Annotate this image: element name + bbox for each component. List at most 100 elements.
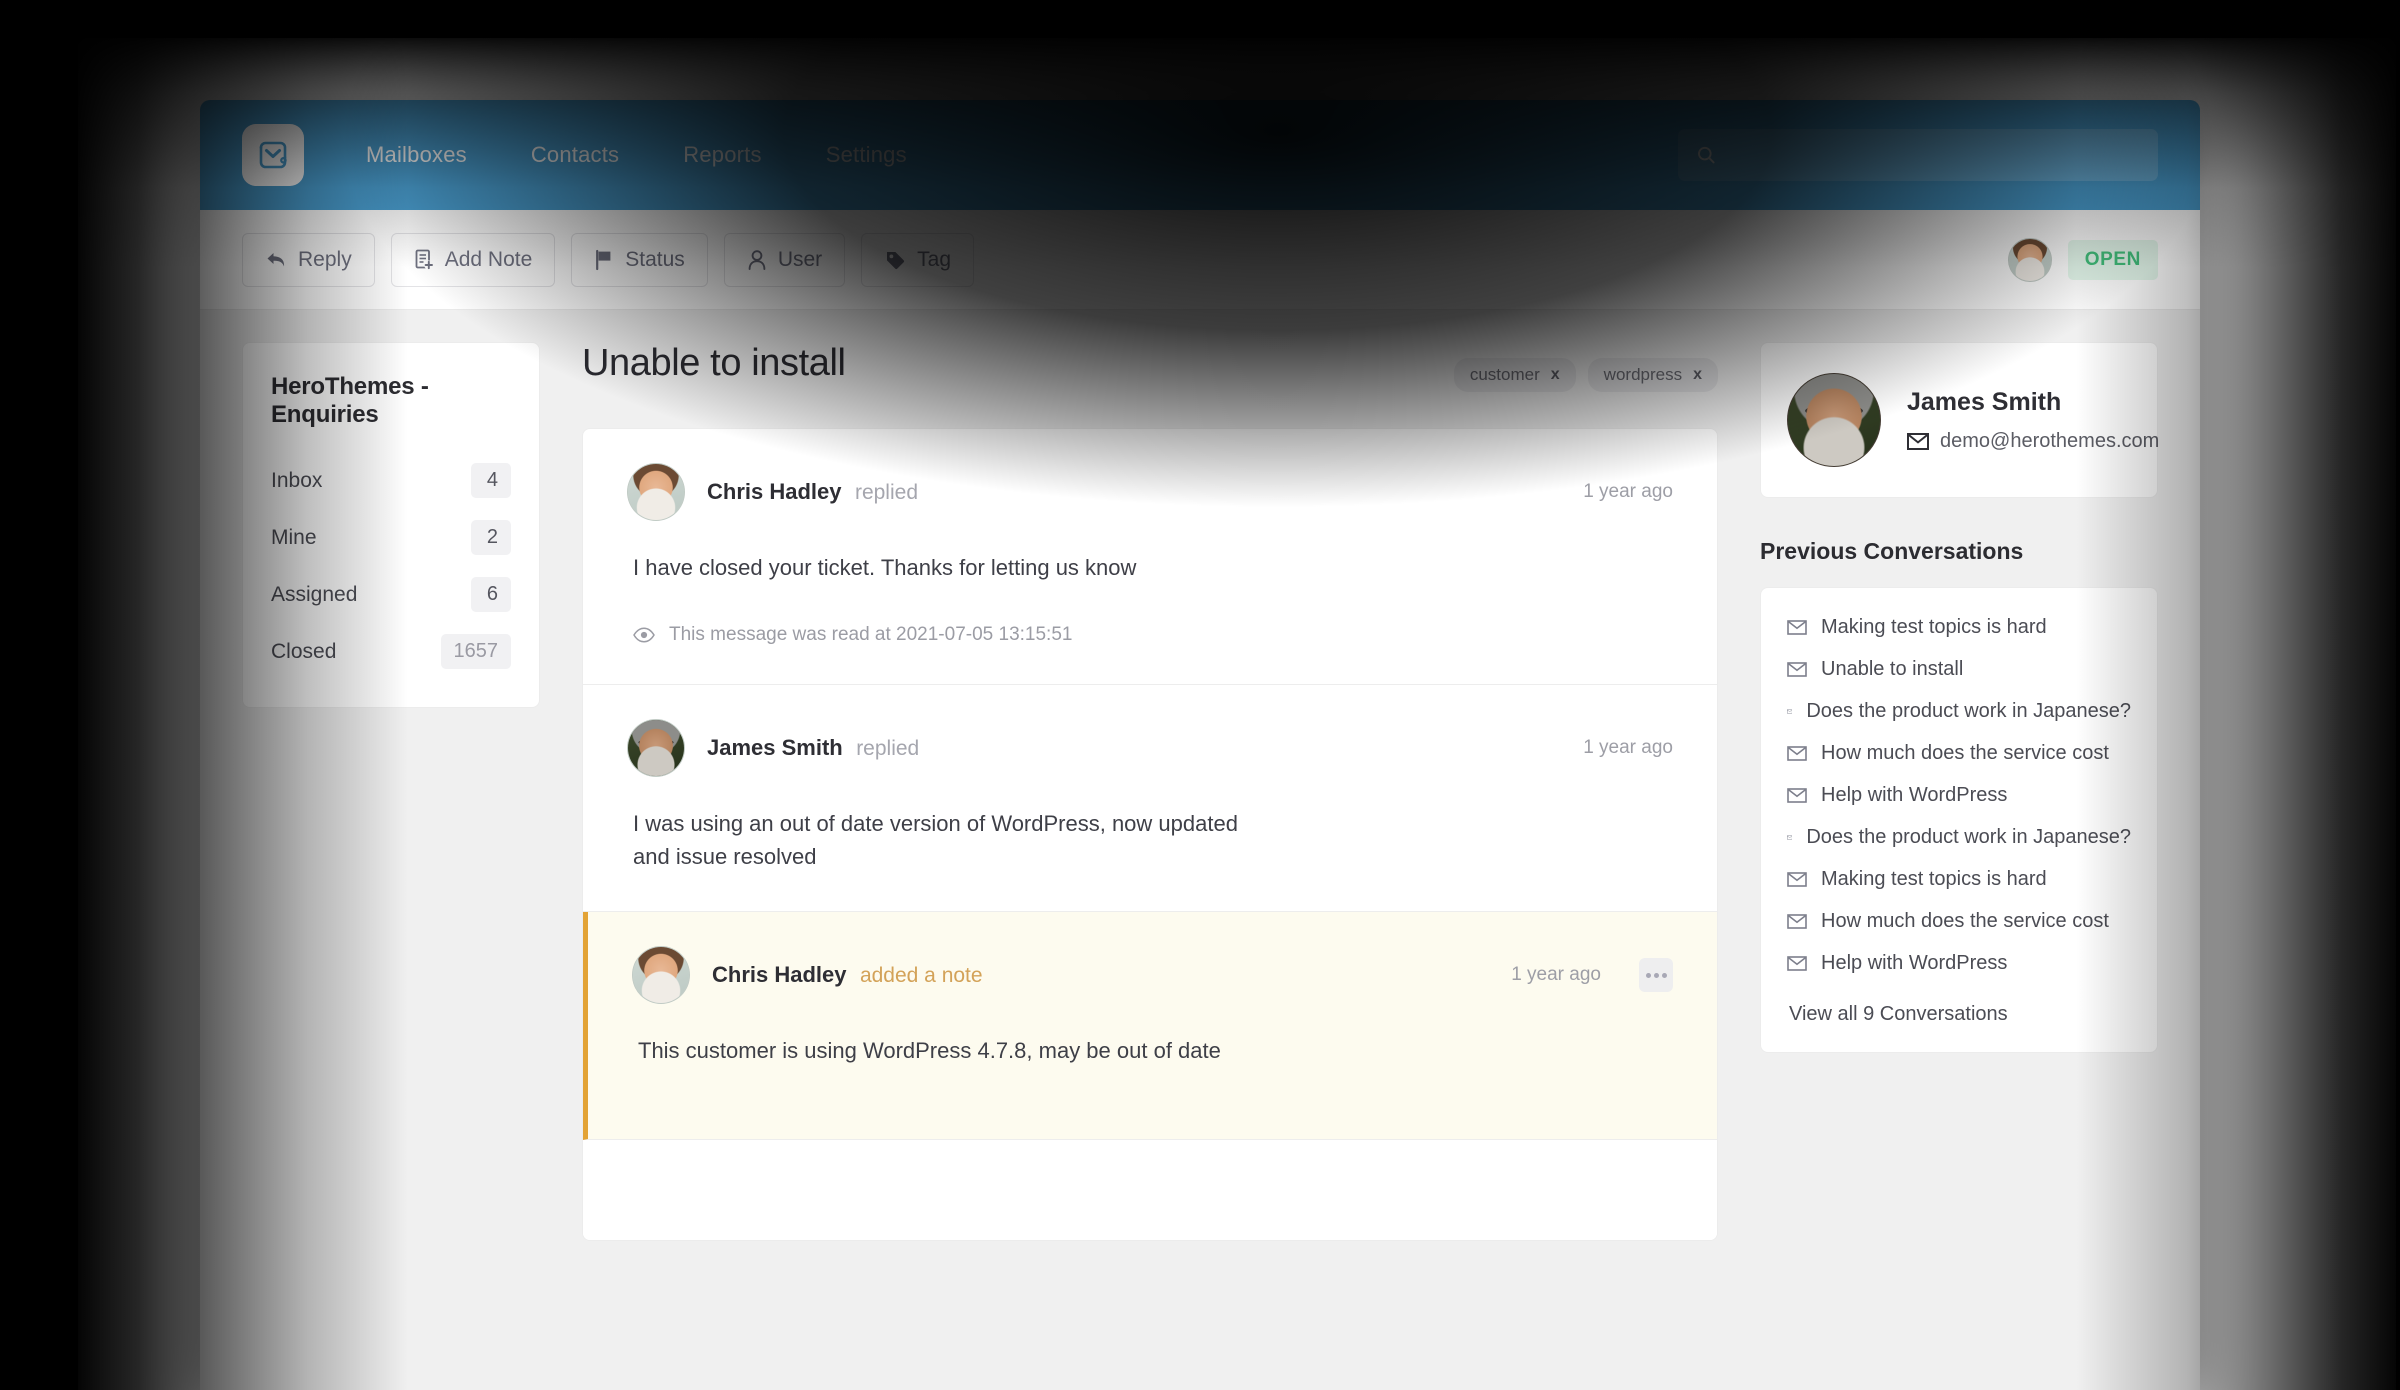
- list-item[interactable]: Making test topics is hard: [1787, 616, 2131, 639]
- user-button[interactable]: User: [723, 232, 846, 287]
- avatar: [632, 946, 690, 1004]
- avatar: [627, 463, 685, 521]
- tag-chip-label: wordpress: [1603, 365, 1683, 384]
- tag-button-label: Tag: [917, 247, 952, 271]
- add-note-button[interactable]: Add Note: [390, 232, 556, 287]
- customer-email-row[interactable]: demo@herothemes.com: [1907, 430, 2159, 453]
- eye-icon: [633, 627, 655, 643]
- list-item[interactable]: How much does the service cost: [1787, 910, 2131, 933]
- envelope-icon: [1787, 835, 1793, 840]
- reply-button[interactable]: Reply: [242, 232, 375, 287]
- reply-composer-area[interactable]: [583, 1140, 1717, 1240]
- helpscout-app-window: Mailboxes Contacts Reports Settings Repl…: [200, 100, 2200, 1390]
- mailbox-title: HeroThemes - Enquiries: [271, 373, 429, 428]
- list-item[interactable]: Does the product work in Japanese?: [1787, 700, 2131, 723]
- screenshot-stage: Mailboxes Contacts Reports Settings Repl…: [0, 0, 2400, 1390]
- list-item-label: Making test topics is hard: [1821, 868, 2047, 890]
- mailbox-sidebar: HeroThemes - Enquiries Inbox 4 Mine 2 As…: [242, 342, 540, 1390]
- sidebar-item-assigned[interactable]: Assigned 6: [271, 577, 511, 612]
- sidebar-item-mine[interactable]: Mine 2: [271, 520, 511, 555]
- thread-note: Chris Hadley added a note 1 year ago Thi…: [583, 912, 1717, 1140]
- conversation-toolbar: Reply Add Note Status User Tag OPEN: [200, 210, 2200, 310]
- tag-remove-icon[interactable]: x: [1551, 366, 1560, 384]
- tag-button[interactable]: Tag: [861, 232, 975, 287]
- nav-link-contacts[interactable]: Contacts: [521, 134, 629, 176]
- folder-label: Mine: [271, 525, 317, 549]
- message-header: James Smith replied 1 year ago: [627, 719, 1673, 777]
- add-note-button-label: Add Note: [444, 247, 533, 271]
- tag-list: customer x wordpress x: [1453, 342, 1718, 392]
- previous-conversations-card: Making test topics is hard Unable to ins…: [1760, 587, 2158, 1053]
- list-item-label: How much does the service cost: [1821, 910, 2109, 932]
- tag-chip-wordpress[interactable]: wordpress x: [1587, 358, 1718, 392]
- envelope-icon: [1787, 620, 1807, 635]
- folder-count: 6: [471, 577, 511, 612]
- global-search[interactable]: [1678, 129, 2158, 181]
- envelope-icon: [1787, 746, 1807, 761]
- app-logo[interactable]: [242, 124, 304, 186]
- status-button-label: Status: [625, 247, 685, 271]
- sidebar-item-inbox[interactable]: Inbox 4: [271, 463, 511, 498]
- page-title: Unable to install: [582, 342, 846, 384]
- folder-count: 4: [471, 463, 511, 498]
- list-item-label: Does the product work in Japanese?: [1806, 700, 2131, 722]
- message-body: I have closed your ticket. Thanks for le…: [633, 555, 1137, 580]
- list-item-label: Help with WordPress: [1821, 952, 2008, 974]
- folder-label: Assigned: [271, 582, 358, 606]
- conversation-header: Unable to install customer x wordpress x: [582, 342, 1718, 392]
- previous-conversations-heading: Previous Conversations: [1760, 538, 2024, 564]
- read-receipt-text: This message was read at 2021-07-05 13:1…: [669, 624, 1073, 645]
- message-author: Chris Hadley: [712, 962, 847, 987]
- message-header: Chris Hadley added a note 1 year ago: [632, 946, 1673, 1004]
- sidebar-item-closed[interactable]: Closed 1657: [271, 634, 511, 669]
- search-input[interactable]: [1728, 144, 2140, 166]
- reply-button-label: Reply: [298, 247, 352, 271]
- message-author: Chris Hadley: [707, 479, 842, 504]
- tag-icon: [887, 251, 905, 269]
- note-more-options-button[interactable]: [1639, 958, 1673, 992]
- message-read-receipt: This message was read at 2021-07-05 13:1…: [627, 624, 1673, 646]
- message-header: Chris Hadley replied 1 year ago: [627, 463, 1673, 521]
- customer-card: James Smith demo@herothemes.com: [1760, 342, 2159, 498]
- envelope-icon: [1787, 914, 1807, 929]
- tag-remove-icon[interactable]: x: [1693, 366, 1702, 384]
- note-body: This customer is using WordPress 4.7.8, …: [638, 1038, 1221, 1063]
- customer-email: demo@herothemes.com: [1940, 429, 2160, 452]
- list-item[interactable]: Unable to install: [1787, 658, 2131, 681]
- list-item-label: Help with WordPress: [1821, 784, 2008, 806]
- message-body: I was using an out of date version of Wo…: [633, 811, 1238, 869]
- list-item[interactable]: Does the product work in Japanese?: [1787, 826, 2131, 849]
- app-body: HeroThemes - Enquiries Inbox 4 Mine 2 As…: [200, 310, 2200, 1390]
- list-item[interactable]: Making test topics is hard: [1787, 868, 2131, 891]
- list-item[interactable]: Help with WordPress: [1787, 952, 2131, 975]
- envelope-icon: [1907, 432, 1929, 450]
- list-item[interactable]: Help with WordPress: [1787, 784, 2131, 807]
- list-item-label: Making test topics is hard: [1821, 616, 2047, 638]
- envelope-icon: [1787, 709, 1793, 714]
- customer-name: James Smith: [1907, 387, 2062, 416]
- mail-check-icon: [259, 141, 287, 169]
- reply-arrow-icon: [267, 252, 285, 266]
- assignee-avatar[interactable]: [2007, 237, 2052, 282]
- folder-label: Inbox: [271, 468, 323, 492]
- thread-message: James Smith replied 1 year ago I was usi…: [583, 685, 1717, 912]
- message-timestamp: 1 year ago: [1583, 481, 1673, 502]
- envelope-icon: [1787, 956, 1807, 971]
- list-item-label: Does the product work in Japanese?: [1806, 826, 2131, 848]
- note-plus-icon: [415, 249, 434, 270]
- tag-chip-customer[interactable]: customer x: [1453, 358, 1576, 392]
- nav-link-reports[interactable]: Reports: [673, 134, 771, 176]
- list-item[interactable]: How much does the service cost: [1787, 742, 2131, 765]
- mailbox-card: HeroThemes - Enquiries Inbox 4 Mine 2 As…: [242, 342, 540, 708]
- status-button[interactable]: Status: [571, 232, 708, 287]
- nav-link-mailboxes[interactable]: Mailboxes: [356, 134, 477, 176]
- avatar: [1787, 373, 1881, 467]
- message-action: added a note: [859, 964, 983, 987]
- message-author: James Smith: [707, 735, 843, 760]
- view-all-conversations-link[interactable]: View all 9 Conversations: [1787, 1003, 2131, 1026]
- customer-sidebar: James Smith demo@herothemes.com Previous…: [1760, 342, 2159, 1390]
- nav-link-settings[interactable]: Settings: [816, 134, 917, 176]
- primary-nav-links: Mailboxes Contacts Reports Settings: [356, 134, 917, 176]
- avatar: [627, 719, 685, 777]
- status-badge[interactable]: OPEN: [2067, 239, 2158, 280]
